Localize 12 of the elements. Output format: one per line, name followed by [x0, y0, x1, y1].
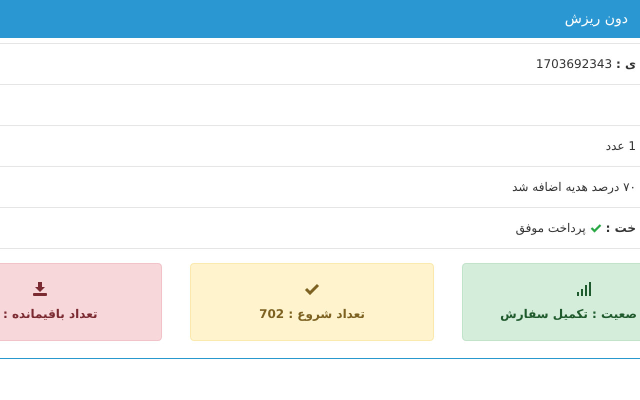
- check-icon: [304, 281, 320, 297]
- stat-label: تعداد شروع : 702: [259, 306, 365, 323]
- detail-text: 1 عدد: [606, 138, 636, 155]
- stat-label: تعداد باقیمانده :: [3, 306, 98, 323]
- header-title: دون ریزش: [564, 10, 628, 28]
- download-icon: [32, 281, 48, 297]
- stat-label: صعیت : تکمیل سفارش: [500, 306, 637, 323]
- payment-status: پرداخت موفق: [516, 220, 586, 237]
- detail-text: ۷۰ درصد هدیه اضافه شد: [512, 179, 636, 196]
- payment-label: خت :: [606, 220, 636, 237]
- signal-bars-icon: [576, 281, 592, 297]
- check-icon: [590, 222, 602, 234]
